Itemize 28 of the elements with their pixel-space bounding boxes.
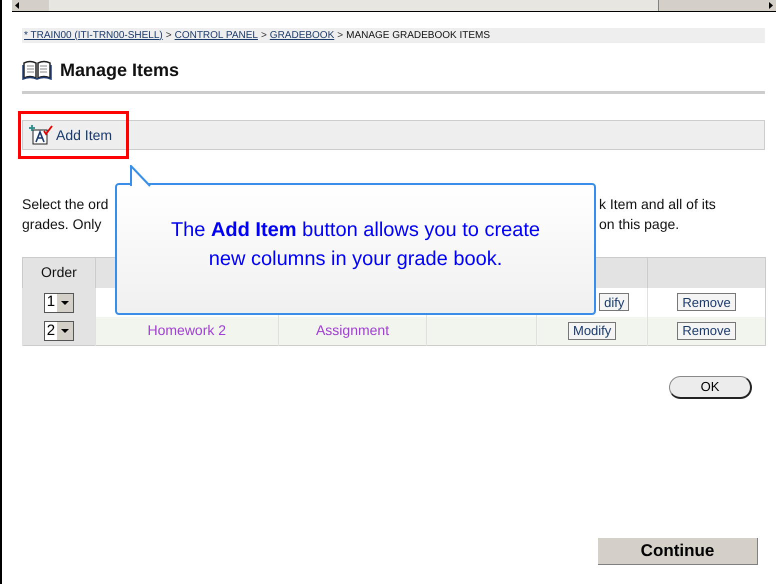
breadcrumb-current: MANAGE GRADEBOOK ITEMS — [346, 30, 490, 40]
item-name: Homework 2 — [95, 316, 278, 346]
page-title: Manage Items — [60, 58, 180, 82]
book-icon — [22, 60, 52, 80]
scrollbar-thumb[interactable] — [49, 0, 659, 11]
remove-button[interactable]: Remove — [677, 322, 736, 340]
breadcrumb-link[interactable]: GRADEBOOK — [270, 30, 334, 40]
breadcrumb-separator: > — [337, 30, 344, 40]
order-dropdown[interactable]: 1 — [44, 292, 74, 313]
horizontal-scrollbar[interactable] — [12, 0, 776, 12]
instruction-text: Select the ord — [22, 195, 108, 214]
instruction-text: grades. Only — [22, 215, 102, 234]
ok-button[interactable]: OK — [669, 376, 752, 399]
continue-button[interactable]: Continue — [598, 538, 758, 565]
modify-button[interactable]: dify — [599, 293, 630, 311]
instruction-text: on this page. — [599, 215, 680, 234]
breadcrumb-link[interactable]: * TRAIN00 (ITI-TRN00-SHELL) — [24, 30, 163, 40]
callout-text: The Add Item button allows you to create new columns in your grade book. — [170, 218, 542, 272]
breadcrumb-separator: > — [166, 30, 172, 40]
add-item-link[interactable]: Add Item — [29, 124, 112, 146]
order-dropdown[interactable]: 2 — [44, 321, 74, 342]
modify-button[interactable]: Modify — [568, 322, 616, 340]
breadcrumb-link[interactable]: CONTROL PANEL — [174, 30, 258, 40]
add-item-icon — [29, 124, 53, 146]
item-type: Assignment — [278, 316, 427, 346]
instruction-text: k Item and all of its — [599, 195, 717, 214]
remove-button[interactable]: Remove — [677, 293, 736, 311]
breadcrumb-separator: > — [260, 30, 267, 40]
